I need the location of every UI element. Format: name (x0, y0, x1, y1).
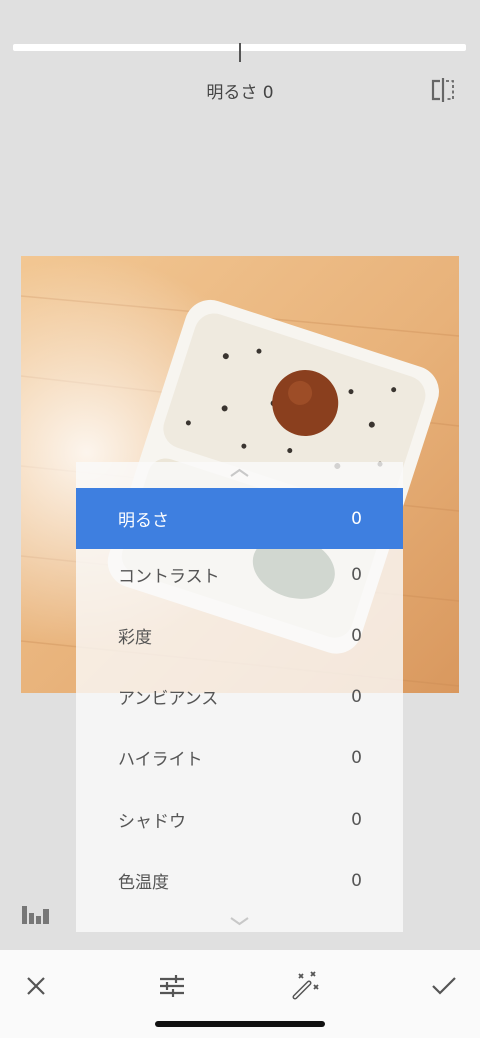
menu-item-shadows[interactable]: シャドウ 0 (76, 789, 403, 850)
checkmark-icon (432, 977, 456, 995)
cancel-button[interactable] (20, 970, 52, 1002)
sliders-icon (160, 975, 184, 997)
adjustment-slider-thumb[interactable] (238, 43, 241, 62)
menu-item-label: 明るさ (118, 511, 169, 531)
magic-wand-icon (292, 971, 319, 1000)
menu-item-label: ハイライト (118, 750, 203, 770)
chevron-up-icon (230, 468, 249, 477)
histogram-icon (22, 906, 49, 924)
menu-item-saturation[interactable]: 彩度 0 (76, 605, 403, 666)
menu-item-label: 彩度 (118, 628, 152, 648)
menu-item-value: 0 (351, 747, 362, 768)
menu-item-value: 0 (351, 809, 362, 830)
menu-item-warmth[interactable]: 色温度 0 (76, 850, 403, 911)
menu-item-label: シャドウ (118, 812, 186, 832)
adjustment-value-label: 明るさ 0 (206, 83, 274, 103)
menu-item-label: アンビアンス (118, 689, 219, 709)
menu-item-value: 0 (351, 870, 362, 891)
bottom-toolbar (0, 950, 480, 1038)
chevron-down-icon (230, 917, 249, 926)
compare-split-icon (431, 78, 454, 102)
auto-enhance-button[interactable] (290, 970, 322, 1002)
close-icon (27, 977, 45, 995)
menu-item-value: 0 (351, 508, 362, 529)
menu-item-label: 色温度 (118, 873, 169, 893)
menu-item-value: 0 (351, 686, 362, 707)
apply-button[interactable] (428, 970, 460, 1002)
compare-button[interactable] (430, 78, 456, 102)
menu-item-label: コントラスト (118, 567, 220, 587)
histogram-button[interactable] (22, 904, 50, 924)
tools-button[interactable] (156, 970, 188, 1002)
menu-item-value: 0 (351, 625, 362, 646)
menu-item-value: 0 (351, 564, 362, 585)
adjustment-menu: 明るさ 0 コントラスト 0 彩度 0 アンビアンス 0 ハイライト 0 シャド… (76, 462, 403, 932)
scroll-up-chevron[interactable] (76, 462, 403, 484)
home-indicator (155, 1021, 325, 1027)
menu-item-contrast[interactable]: コントラスト 0 (76, 544, 403, 605)
menu-item-brightness[interactable]: 明るさ 0 (76, 488, 403, 549)
menu-item-highlights[interactable]: ハイライト 0 (76, 727, 403, 788)
scroll-down-chevron[interactable] (76, 910, 403, 932)
menu-item-ambiance[interactable]: アンビアンス 0 (76, 666, 403, 727)
